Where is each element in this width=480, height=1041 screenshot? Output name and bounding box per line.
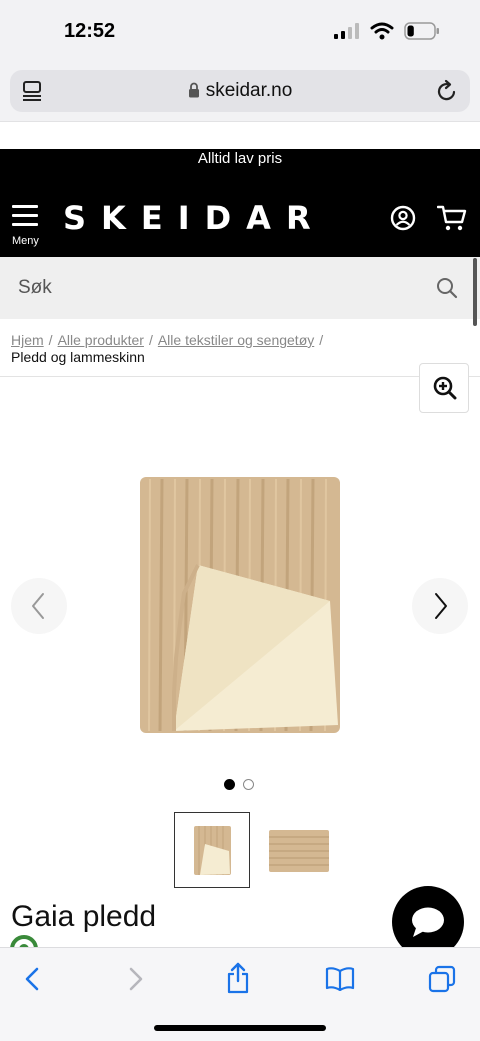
- forward-icon[interactable]: [126, 965, 146, 993]
- breadcrumb: Hjem / Alle produkter / Alle tekstiler og se…: [11, 331, 466, 349]
- chevron-left-icon: [32, 593, 44, 619]
- browser-bar: skeidar.no: [0, 62, 480, 122]
- lock-icon: [188, 82, 199, 98]
- zoom-in-icon: [433, 376, 457, 400]
- zoom-button[interactable]: [419, 363, 469, 413]
- thumbnail-1-picture: [194, 826, 231, 875]
- breadcrumb-link-textiles[interactable]: Alle tekstiler og sengetøy: [158, 332, 314, 348]
- back-icon[interactable]: [22, 965, 42, 993]
- url-text[interactable]: skeidar.no: [10, 80, 470, 102]
- chat-bubble-icon: [412, 907, 444, 937]
- bookmarks-icon[interactable]: [325, 967, 355, 991]
- thumbnail-image-1[interactable]: [174, 812, 250, 888]
- thumbnail-2-picture: [269, 830, 329, 872]
- status-icons: [334, 22, 440, 40]
- url-label: skeidar.no: [205, 80, 293, 101]
- product-gallery: [0, 377, 480, 797]
- thumbnail-image-2[interactable]: [261, 812, 337, 888]
- battery-icon: [404, 22, 439, 40]
- gallery-dot[interactable]: [243, 779, 254, 790]
- breadcrumb-separator: /: [148, 332, 153, 348]
- site-logo[interactable]: SKEIDAR: [63, 199, 326, 237]
- address-bar[interactable]: skeidar.no: [10, 70, 470, 112]
- next-image-button[interactable]: [412, 578, 468, 634]
- page-top-spacer: [0, 122, 480, 149]
- breadcrumb-current: Pledd og lammeskinn: [11, 349, 145, 365]
- prev-image-button[interactable]: [11, 578, 67, 634]
- product-title: Gaia pledd: [11, 900, 157, 933]
- gallery-pagination: [224, 779, 254, 790]
- status-bar: 12:52: [0, 0, 480, 62]
- menu-icon: [12, 205, 46, 226]
- reload-icon[interactable]: [436, 79, 458, 103]
- product-image[interactable]: [130, 473, 350, 738]
- share-icon[interactable]: [226, 962, 250, 994]
- breadcrumb-link-all-products[interactable]: Alle produkter: [58, 332, 144, 348]
- account-icon[interactable]: [390, 205, 416, 231]
- promo-bar: Alltid lav pris: [0, 149, 480, 179]
- search-input[interactable]: [0, 257, 420, 319]
- tabs-icon[interactable]: [428, 965, 456, 993]
- breadcrumb-link-home[interactable]: Hjem: [11, 332, 44, 348]
- breadcrumb-separator: /: [319, 332, 324, 348]
- cart-icon[interactable]: [437, 204, 467, 232]
- breadcrumb-separator: /: [48, 332, 53, 348]
- menu-button[interactable]: Meny: [12, 205, 46, 249]
- menu-label: Meny: [12, 235, 39, 247]
- search-bar: [0, 257, 480, 319]
- gallery-dot[interactable]: [224, 779, 235, 790]
- search-icon[interactable]: [436, 277, 458, 299]
- site-header: Meny SKEIDAR: [0, 179, 480, 257]
- home-indicator[interactable]: [154, 1025, 326, 1031]
- status-time: 12:52: [64, 20, 116, 42]
- wifi-icon: [370, 22, 394, 40]
- scrollbar-thumb[interactable]: [473, 258, 477, 326]
- chevron-right-icon: [435, 593, 447, 619]
- signal-icon: [334, 23, 359, 39]
